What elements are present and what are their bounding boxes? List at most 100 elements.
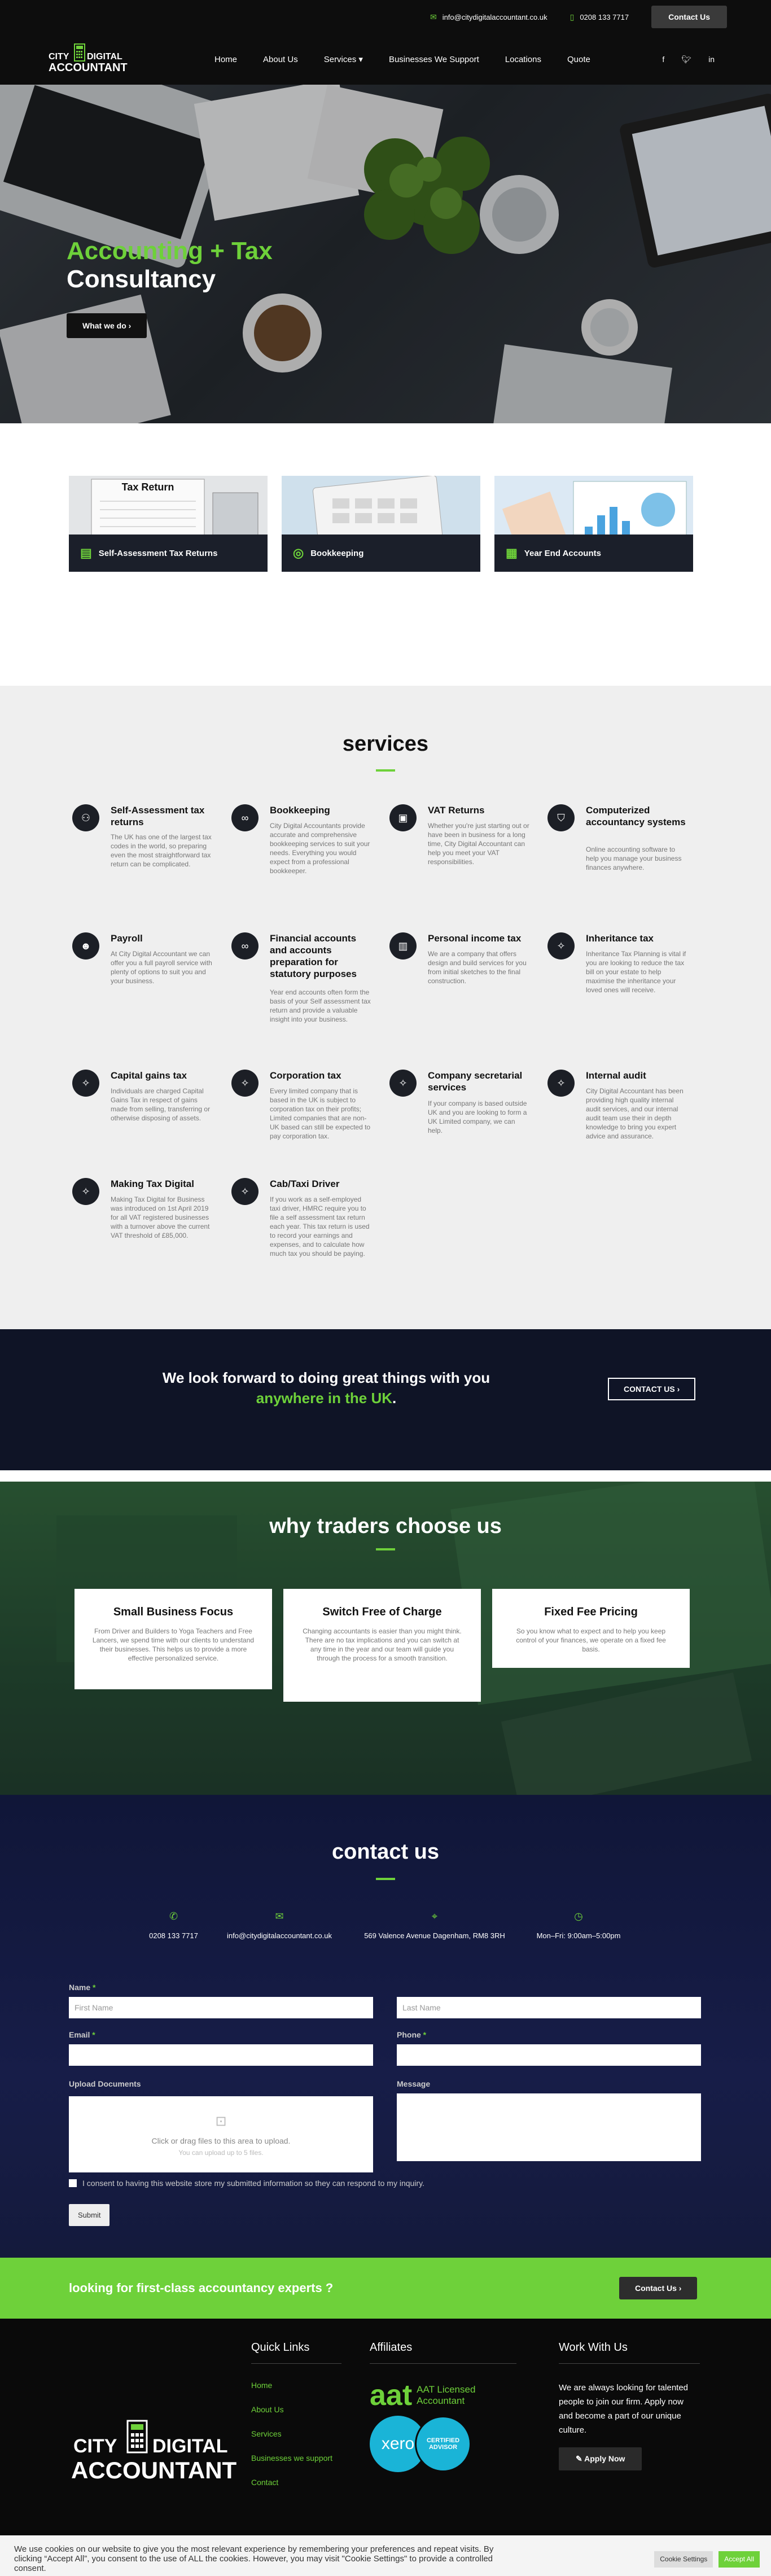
footer-link-services[interactable]: Services [251, 2429, 341, 2438]
nav-home[interactable]: Home [214, 55, 237, 64]
cta-contact-button[interactable]: Contact Us › [619, 2277, 698, 2299]
site-logo[interactable]: CITY DIGITAL ACCOUNTANT [47, 40, 132, 79]
heading-underline [376, 769, 395, 772]
footer-logo[interactable]: CITY DIGITAL ACCOUNTANT [68, 2417, 243, 2494]
cookie-text: We use cookies on our website to give yo… [14, 2544, 494, 2573]
card-bookkeeping[interactable]: ◎ Bookkeeping [282, 476, 480, 572]
lightbulb-icon: ✧ [389, 1070, 417, 1097]
phone-icon: ✆ [169, 1911, 178, 1922]
glasses-icon: ∞ [231, 932, 259, 960]
footer-link-home[interactable]: Home [251, 2381, 341, 2390]
contact-section: contact us ✆ 0208 133 7717 ✉ info@citydigi… [0, 1795, 771, 2258]
first-name-input[interactable]: First Name [69, 1997, 373, 2018]
footer-link-businesses[interactable]: Businesses we support [251, 2454, 341, 2463]
contact-phone[interactable]: ✆ 0208 133 7717 [141, 1911, 206, 1940]
last-name-input[interactable]: Last Name [397, 1997, 701, 2018]
nav-locations[interactable]: Locations [505, 55, 541, 64]
email-input[interactable] [69, 2044, 373, 2066]
chevron-down-icon: ▾ [358, 55, 363, 64]
clock-icon: ◷ [574, 1911, 583, 1922]
nav-services[interactable]: Services ▾ [324, 54, 363, 64]
nav-quote[interactable]: Quote [567, 55, 590, 64]
svg-text:CITY: CITY [73, 2435, 117, 2457]
card-label: ▤ Self-Assessment Tax Returns [69, 535, 268, 572]
svg-text:ACCOUNTANT: ACCOUNTANT [49, 62, 128, 74]
quick-links-column: Quick Links Home About Us Services Busin… [251, 2341, 341, 2502]
heading-underline [376, 1878, 395, 1880]
apply-now-button[interactable]: ✎ Apply Now [559, 2447, 642, 2470]
upload-label: Upload Documents [69, 2079, 141, 2088]
accept-all-button[interactable]: Accept All [719, 2551, 760, 2568]
top-bar: ✉ info@citydigitalaccountant.co.uk ▯ 0208 … [0, 0, 771, 34]
cookie-banner: We use cookies on our website to give yo… [0, 2535, 771, 2576]
hero-section: Accounting + Tax Consultancy What we do … [0, 85, 771, 423]
chevron-right-icon: › [128, 321, 132, 330]
cta-banner: We look forward to doing great things wi… [0, 1329, 771, 1470]
bar-chart-icon: ▥ [389, 932, 417, 960]
footer-link-contact[interactable]: Contact [251, 2478, 341, 2487]
banner-text: We look forward to doing great things wi… [162, 1369, 490, 1407]
briefcase-icon: ▣ [389, 804, 417, 831]
card-image-text: Tax Return [122, 481, 174, 493]
name-label: Name * [69, 1983, 96, 1992]
what-we-do-button[interactable]: What we do › [67, 313, 147, 338]
lightbulb-icon: ✧ [231, 1070, 259, 1097]
twitter-icon[interactable]: 🐦︎ [681, 55, 691, 64]
chevron-right-icon: › [678, 2284, 682, 2293]
submit-button[interactable]: Submit [69, 2204, 110, 2226]
contact-heading: contact us [331, 1840, 440, 1864]
message-textarea[interactable] [397, 2093, 701, 2161]
banner-contact-button[interactable]: CONTACT US › [608, 1378, 696, 1400]
consent-checkbox[interactable] [69, 2179, 77, 2187]
user-icon: ☻ [72, 932, 99, 960]
document-icon: ▤ [80, 546, 92, 560]
contact-hours: ◷ Mon–Fri: 9:00am–5:00pm [522, 1911, 635, 1940]
map-pin-icon: ⌖ [431, 1911, 438, 1922]
nav-businesses[interactable]: Businesses We Support [389, 55, 479, 64]
linkedin-icon[interactable]: in [708, 55, 715, 64]
envelope-icon: ✉ [275, 1911, 284, 1922]
why-card: Switch Free of Charge Changing accountant… [283, 1589, 481, 1702]
lightbulb-icon: ✧ [72, 1070, 99, 1097]
bookkeeping-icon: ◎ [293, 546, 304, 560]
contact-address[interactable]: ⌖ 569 Valence Avenue Dagenham, RM8 3RH [356, 1911, 514, 1940]
contact-email[interactable]: ✉ info@citydigitalaccountant.co.uk [214, 1911, 344, 1940]
work-with-us-column: Work With Us We are always looking for t… [559, 2341, 700, 2470]
consent-row: I consent to having this website store m… [69, 2179, 424, 2188]
xero-logo: xero CERTIFIED ADVISOR [370, 2416, 516, 2478]
upload-dropzone[interactable]: ⊡ Click or drag files to this area to up… [69, 2096, 373, 2172]
phone-icon: ▯ [570, 12, 575, 21]
cookie-settings-button[interactable]: Cookie Settings [654, 2551, 713, 2568]
why-card: Fixed Fee Pricing So you know what to exp… [492, 1589, 690, 1668]
card-label: ▦ Year End Accounts [494, 535, 693, 572]
card-year-end[interactable]: ▦ Year End Accounts [494, 476, 693, 572]
contact-us-button[interactable]: Contact Us [651, 6, 727, 28]
footer-link-about[interactable]: About Us [251, 2405, 341, 2414]
services-section: services ⚇ Self-Assessment tax returns The… [0, 686, 771, 1329]
email-contact[interactable]: ✉ info@citydigitalaccountant.co.uk [430, 12, 547, 22]
aat-logo: aat AAT Licensed Accountant [370, 2379, 476, 2412]
shield-icon: ⛉ [547, 804, 575, 831]
chevron-right-icon: › [677, 1385, 680, 1394]
main-nav: CITY DIGITAL ACCOUNTANT Home About Us Se… [0, 34, 771, 85]
green-cta-bar: looking for first-class accountancy expe… [0, 2258, 771, 2319]
social-links: f 🐦︎ in [662, 34, 715, 85]
glasses-icon: ∞ [231, 804, 259, 831]
phone-input[interactable] [397, 2044, 701, 2066]
handshake-icon: ⚇ [72, 804, 99, 831]
nav-links: Home About Us Services ▾ Businesses We S… [214, 34, 590, 85]
message-label: Message [397, 2079, 431, 2088]
svg-text:CITY: CITY [49, 52, 69, 62]
facebook-icon[interactable]: f [662, 55, 664, 64]
svg-text:ACCOUNTANT: ACCOUNTANT [71, 2457, 237, 2483]
phone-contact[interactable]: ▯ 0208 133 7717 [570, 12, 629, 22]
card-self-assessment[interactable]: Tax Return ▤ Self-Assessment Tax Returns [69, 476, 268, 572]
card-label: ◎ Bookkeeping [282, 535, 480, 572]
nav-about[interactable]: About Us [263, 55, 298, 64]
why-card: Small Business Focus From Driver and Buil… [75, 1589, 272, 1689]
services-heading: services [342, 732, 429, 756]
svg-text:DIGITAL: DIGITAL [87, 52, 122, 62]
hero-title-green: Accounting + Tax [67, 237, 273, 265]
hero-title-white: Consultancy [67, 265, 216, 293]
upload-icon: ⊡ [215, 2114, 227, 2129]
